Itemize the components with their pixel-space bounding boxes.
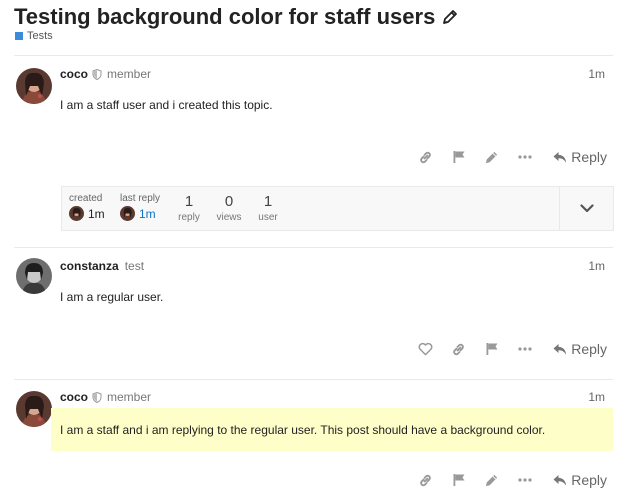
edit-title-pencil-icon[interactable] bbox=[441, 8, 459, 26]
category-name[interactable]: Tests bbox=[27, 30, 53, 42]
pencil-icon[interactable] bbox=[475, 470, 508, 490]
stat-replies: 1 reply bbox=[174, 193, 204, 223]
category-badge[interactable]: Tests bbox=[15, 30, 53, 42]
flag-icon[interactable] bbox=[475, 339, 508, 359]
user-title: member bbox=[107, 67, 152, 81]
ellipsis-icon[interactable] bbox=[508, 339, 541, 359]
divider bbox=[14, 247, 613, 248]
post-meta: constanza test bbox=[60, 259, 144, 273]
topic-map: created 1m last reply 1m 1 reply 0 views… bbox=[61, 186, 614, 231]
flag-icon[interactable] bbox=[442, 470, 475, 490]
stat-value: 1 bbox=[263, 193, 273, 210]
avatar-coco-small[interactable] bbox=[69, 206, 84, 221]
post-actions: Reply bbox=[409, 339, 607, 359]
topic-map-last-reply[interactable]: last reply 1m bbox=[120, 193, 160, 221]
category-swatch bbox=[15, 32, 23, 40]
reply-label[interactable]: Reply bbox=[571, 472, 607, 488]
post-date[interactable]: 1m bbox=[588, 259, 605, 273]
stat-value: 0 bbox=[224, 193, 234, 210]
link-icon[interactable] bbox=[409, 147, 442, 167]
ellipsis-icon[interactable] bbox=[508, 147, 541, 167]
stat-caption: views bbox=[216, 212, 242, 223]
post-body: I am a staff user and i created this top… bbox=[60, 98, 273, 112]
shield-icon bbox=[92, 391, 102, 403]
avatar-coco[interactable] bbox=[16, 391, 52, 427]
post-date[interactable]: 1m bbox=[588, 390, 605, 404]
heart-icon[interactable] bbox=[409, 339, 442, 359]
last-reply-label: last reply bbox=[120, 193, 161, 204]
post-body-highlighted: I am a staff and i am replying to the re… bbox=[51, 408, 613, 451]
avatar-constanza[interactable] bbox=[16, 258, 52, 294]
username[interactable]: coco bbox=[60, 67, 88, 81]
link-icon[interactable] bbox=[442, 339, 475, 359]
reply-button[interactable]: Reply bbox=[553, 341, 607, 357]
stat-views: 0 views bbox=[213, 193, 245, 223]
stat-users: 1 user bbox=[253, 193, 283, 223]
chevron-down-icon bbox=[579, 204, 594, 213]
reply-button[interactable]: Reply bbox=[553, 149, 607, 165]
user-title: member bbox=[107, 390, 152, 404]
user-title: test bbox=[124, 259, 145, 273]
topic-title-text[interactable]: Testing background color for staff users bbox=[14, 4, 435, 30]
shield-icon bbox=[92, 68, 102, 80]
reply-button[interactable]: Reply bbox=[553, 472, 607, 488]
reply-label[interactable]: Reply bbox=[571, 149, 607, 165]
post-actions: Reply bbox=[409, 470, 607, 490]
created-when: 1m bbox=[88, 206, 105, 221]
pencil-icon[interactable] bbox=[475, 147, 508, 167]
link-icon[interactable] bbox=[409, 470, 442, 490]
topic-title[interactable]: Testing background color for staff users bbox=[14, 4, 459, 30]
post-meta: coco member bbox=[60, 390, 151, 404]
post-date[interactable]: 1m bbox=[588, 67, 605, 81]
divider bbox=[14, 55, 613, 56]
topic-map-created[interactable]: created 1m bbox=[69, 193, 105, 221]
created-label: created bbox=[69, 193, 103, 204]
stat-caption: user bbox=[258, 212, 278, 223]
username[interactable]: coco bbox=[60, 390, 88, 404]
flag-icon[interactable] bbox=[442, 147, 475, 167]
stat-caption: reply bbox=[178, 212, 200, 223]
username[interactable]: constanza bbox=[60, 259, 119, 273]
expand-topic-map-button[interactable] bbox=[559, 187, 613, 230]
post-body: I am a regular user. bbox=[60, 290, 164, 304]
reply-icon bbox=[553, 152, 567, 163]
reply-icon bbox=[553, 475, 567, 486]
avatar-coco[interactable] bbox=[16, 68, 52, 104]
last-reply-when[interactable]: 1m bbox=[139, 207, 156, 221]
reply-icon bbox=[553, 344, 567, 355]
reply-label[interactable]: Reply bbox=[571, 341, 607, 357]
divider bbox=[14, 379, 613, 380]
avatar-coco-small[interactable] bbox=[120, 206, 135, 221]
ellipsis-icon[interactable] bbox=[508, 470, 541, 490]
post-actions: Reply bbox=[409, 147, 607, 167]
stat-value: 1 bbox=[184, 193, 194, 210]
post-meta: coco member bbox=[60, 67, 151, 81]
